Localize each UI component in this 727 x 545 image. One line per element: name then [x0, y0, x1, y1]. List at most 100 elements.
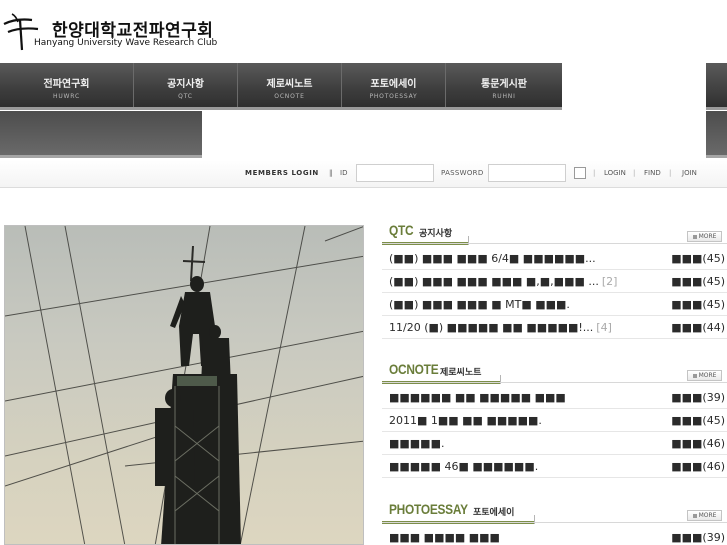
post-title[interactable]: (■■) ■■■ ■■■ ■ MT■ ■■■. [389, 298, 573, 311]
qtc-board-subtitle: 공지사항 [419, 229, 453, 239]
nav-right-underline [706, 107, 727, 110]
join-link[interactable]: JOIN [682, 169, 697, 177]
post-author-views: ■■■(46) [671, 437, 725, 450]
logo-english-name: Hanyang University Wave Research Club [34, 38, 218, 48]
photoessay-board-header: PHOTOESSAY 포토에세이 MORE [382, 501, 727, 525]
section-divider [382, 243, 727, 244]
nav-item-sublabel: HUWRC [53, 93, 80, 100]
find-link[interactable]: FIND [644, 169, 661, 177]
photoessay-more-button[interactable]: MORE [687, 510, 722, 521]
post-author-views: ■■■(44) [671, 321, 725, 334]
more-label: MORE [698, 512, 717, 519]
nav-item-label: 전파연구회 [43, 79, 90, 90]
ocnote-post-list: ■■■■■■ ■■ ■■■■■ ■■■ ■■■(39) 2011■ 1■■ ■■… [382, 386, 727, 478]
password-label: PASSWORD [441, 169, 484, 177]
comment-count: [2] [601, 275, 618, 288]
post-title-text: ■■■■■■ ■■ ■■■■■ ■■■ [389, 391, 566, 404]
id-input[interactable] [356, 164, 434, 182]
nav-item-label: 통문게시판 [481, 79, 527, 90]
nav-item-label: 공지사항 [167, 79, 204, 90]
post-author-views: ■■■(39) [671, 531, 725, 544]
more-dot-icon [692, 234, 697, 239]
list-item[interactable]: ■■■ ■■■■ ■■■ ■■■(39) [382, 526, 727, 545]
submenu-bar [0, 111, 202, 156]
post-author-views: ■■■(45) [671, 275, 725, 288]
post-author-views: ■■■(39) [671, 391, 725, 404]
post-title-text: 2011■ 1■■ ■■ ■■■■■. [389, 414, 542, 427]
post-title[interactable]: ■■■■■ 46■ ■■■■■■. [389, 460, 541, 473]
more-label: MORE [698, 233, 717, 240]
list-item[interactable]: (■■) ■■■ ■■■ ■■■ ■,■,■■■ ... [2] ■■■(45) [382, 270, 727, 293]
qtc-board-header: QTC 공지사항 MORE [382, 222, 727, 246]
list-item[interactable]: (■■) ■■■ ■■■ ■ MT■ ■■■. ■■■(45) [382, 293, 727, 316]
login-separator: ‖ [329, 169, 333, 177]
password-input[interactable] [488, 164, 566, 182]
photoessay-board-title[interactable]: PHOTOESSAY [389, 501, 468, 517]
ocnote-more-button[interactable]: MORE [687, 370, 722, 381]
section-divider [382, 382, 727, 383]
nav-item-huwrc[interactable]: 전파연구회 HUWRC [0, 63, 134, 109]
qtc-board: QTC 공지사항 MORE (■■) ■■■ ■■■ 6/4■ ■■■■■■..… [382, 222, 727, 339]
submenu-right-underline [706, 155, 727, 158]
nav-item-sublabel: RUHNI [492, 93, 516, 100]
post-title[interactable]: ■■■■■. [389, 437, 447, 450]
post-title-text: ■■■■■ 46■ ■■■■■■. [389, 460, 539, 473]
main-nav: 전파연구회 HUWRC 공지사항 QTC 제로씨노트 OCNOTE 포토에세이 … [0, 63, 562, 109]
nav-item-label: 제로씨노트 [266, 79, 313, 90]
post-title[interactable]: ■■■ ■■■■ ■■■ [389, 531, 503, 544]
post-title[interactable]: (■■) ■■■ ■■■ ■■■ ■,■,■■■ ... [2] [389, 275, 617, 288]
comment-count: [4] [596, 321, 612, 334]
antenna-tower-photo [5, 226, 363, 544]
qtc-more-button[interactable]: MORE [687, 231, 722, 242]
more-label: MORE [698, 372, 717, 379]
post-title-text: ■■■■■. [389, 437, 445, 450]
list-item[interactable]: ■■■■■ 46■ ■■■■■■. ■■■(46) [382, 455, 727, 478]
qtc-board-title[interactable]: QTC [389, 222, 414, 238]
list-item[interactable]: ■■■■■. ■■■(46) [382, 432, 727, 455]
post-title-text: 11/20 (■) ■■■■■ ■■ ■■■■■!... [389, 321, 594, 334]
nav-item-ocnote[interactable]: 제로씨노트 OCNOTE [238, 63, 342, 109]
nav-item-label: 포토에세이 [370, 79, 417, 90]
nav-item-sublabel: PHOTOESSAY [369, 93, 418, 100]
post-title-text: (■■) ■■■ ■■■ ■■■ ■,■,■■■ ... [389, 275, 599, 288]
login-divider: | [593, 169, 596, 177]
site-logo[interactable]: 한양대학교전파연구회 Hanyang University Wave Resea… [2, 10, 242, 54]
nav-item-sublabel: QTC [178, 93, 193, 100]
list-item[interactable]: 11/20 (■) ■■■■■ ■■ ■■■■■!... [4] ■■■(44) [382, 316, 727, 339]
section-divider [382, 522, 727, 523]
post-title-text: ■■■ ■■■■ ■■■ [389, 531, 500, 544]
nav-item-sublabel: OCNOTE [274, 93, 305, 100]
post-author-views: ■■■(45) [671, 252, 725, 265]
list-item[interactable]: ■■■■■■ ■■ ■■■■■ ■■■ ■■■(39) [382, 386, 727, 409]
photoessay-board: PHOTOESSAY 포토에세이 MORE ■■■ ■■■■ ■■■ ■■■(3… [382, 501, 727, 545]
post-title-text: (■■) ■■■ ■■■ 6/4■ ■■■■■■... [389, 252, 596, 265]
login-divider: | [669, 169, 672, 177]
nav-item-ruhni[interactable]: 통문게시판 RUHNI [446, 63, 562, 109]
login-link[interactable]: LOGIN [604, 169, 626, 177]
qtc-post-list: (■■) ■■■ ■■■ 6/4■ ■■■■■■... ■■■(45) (■■)… [382, 247, 727, 339]
main-photo [4, 225, 364, 545]
more-dot-icon [692, 373, 697, 378]
list-item[interactable]: (■■) ■■■ ■■■ 6/4■ ■■■■■■... ■■■(45) [382, 247, 727, 270]
list-item[interactable]: 2011■ 1■■ ■■ ■■■■■. ■■■(45) [382, 409, 727, 432]
post-title-text: (■■) ■■■ ■■■ ■ MT■ ■■■. [389, 298, 570, 311]
photoessay-post-list: ■■■ ■■■■ ■■■ ■■■(39) [382, 526, 727, 545]
post-title[interactable]: ■■■■■■ ■■ ■■■■■ ■■■ [389, 391, 569, 404]
post-author-views: ■■■(45) [671, 298, 725, 311]
post-author-views: ■■■(45) [671, 414, 725, 427]
post-author-views: ■■■(46) [671, 460, 725, 473]
nav-item-photoessay[interactable]: 포토에세이 PHOTOESSAY [342, 63, 446, 109]
submenu-right-bar [706, 111, 727, 156]
remember-checkbox[interactable] [574, 167, 586, 179]
page: 한양대학교전파연구회 Hanyang University Wave Resea… [0, 0, 727, 545]
photoessay-board-subtitle: 포토에세이 [473, 508, 515, 518]
members-login-title: MEMBERS LOGIN [245, 169, 319, 177]
post-title[interactable]: 11/20 (■) ■■■■■ ■■ ■■■■■!... [4] [389, 321, 612, 334]
ocnote-board-title[interactable]: OCNOTE [389, 361, 439, 377]
post-title[interactable]: (■■) ■■■ ■■■ 6/4■ ■■■■■■... [389, 252, 599, 265]
nav-item-qtc[interactable]: 공지사항 QTC [134, 63, 238, 109]
login-bar: MEMBERS LOGIN ‖ ID PASSWORD | LOGIN | FI… [0, 160, 727, 188]
more-dot-icon [692, 513, 697, 518]
post-title[interactable]: 2011■ 1■■ ■■ ■■■■■. [389, 414, 545, 427]
ocnote-board: OCNOTE 제로씨노트 MORE ■■■■■■ ■■ ■■■■■ ■■■ ■■… [382, 361, 727, 478]
